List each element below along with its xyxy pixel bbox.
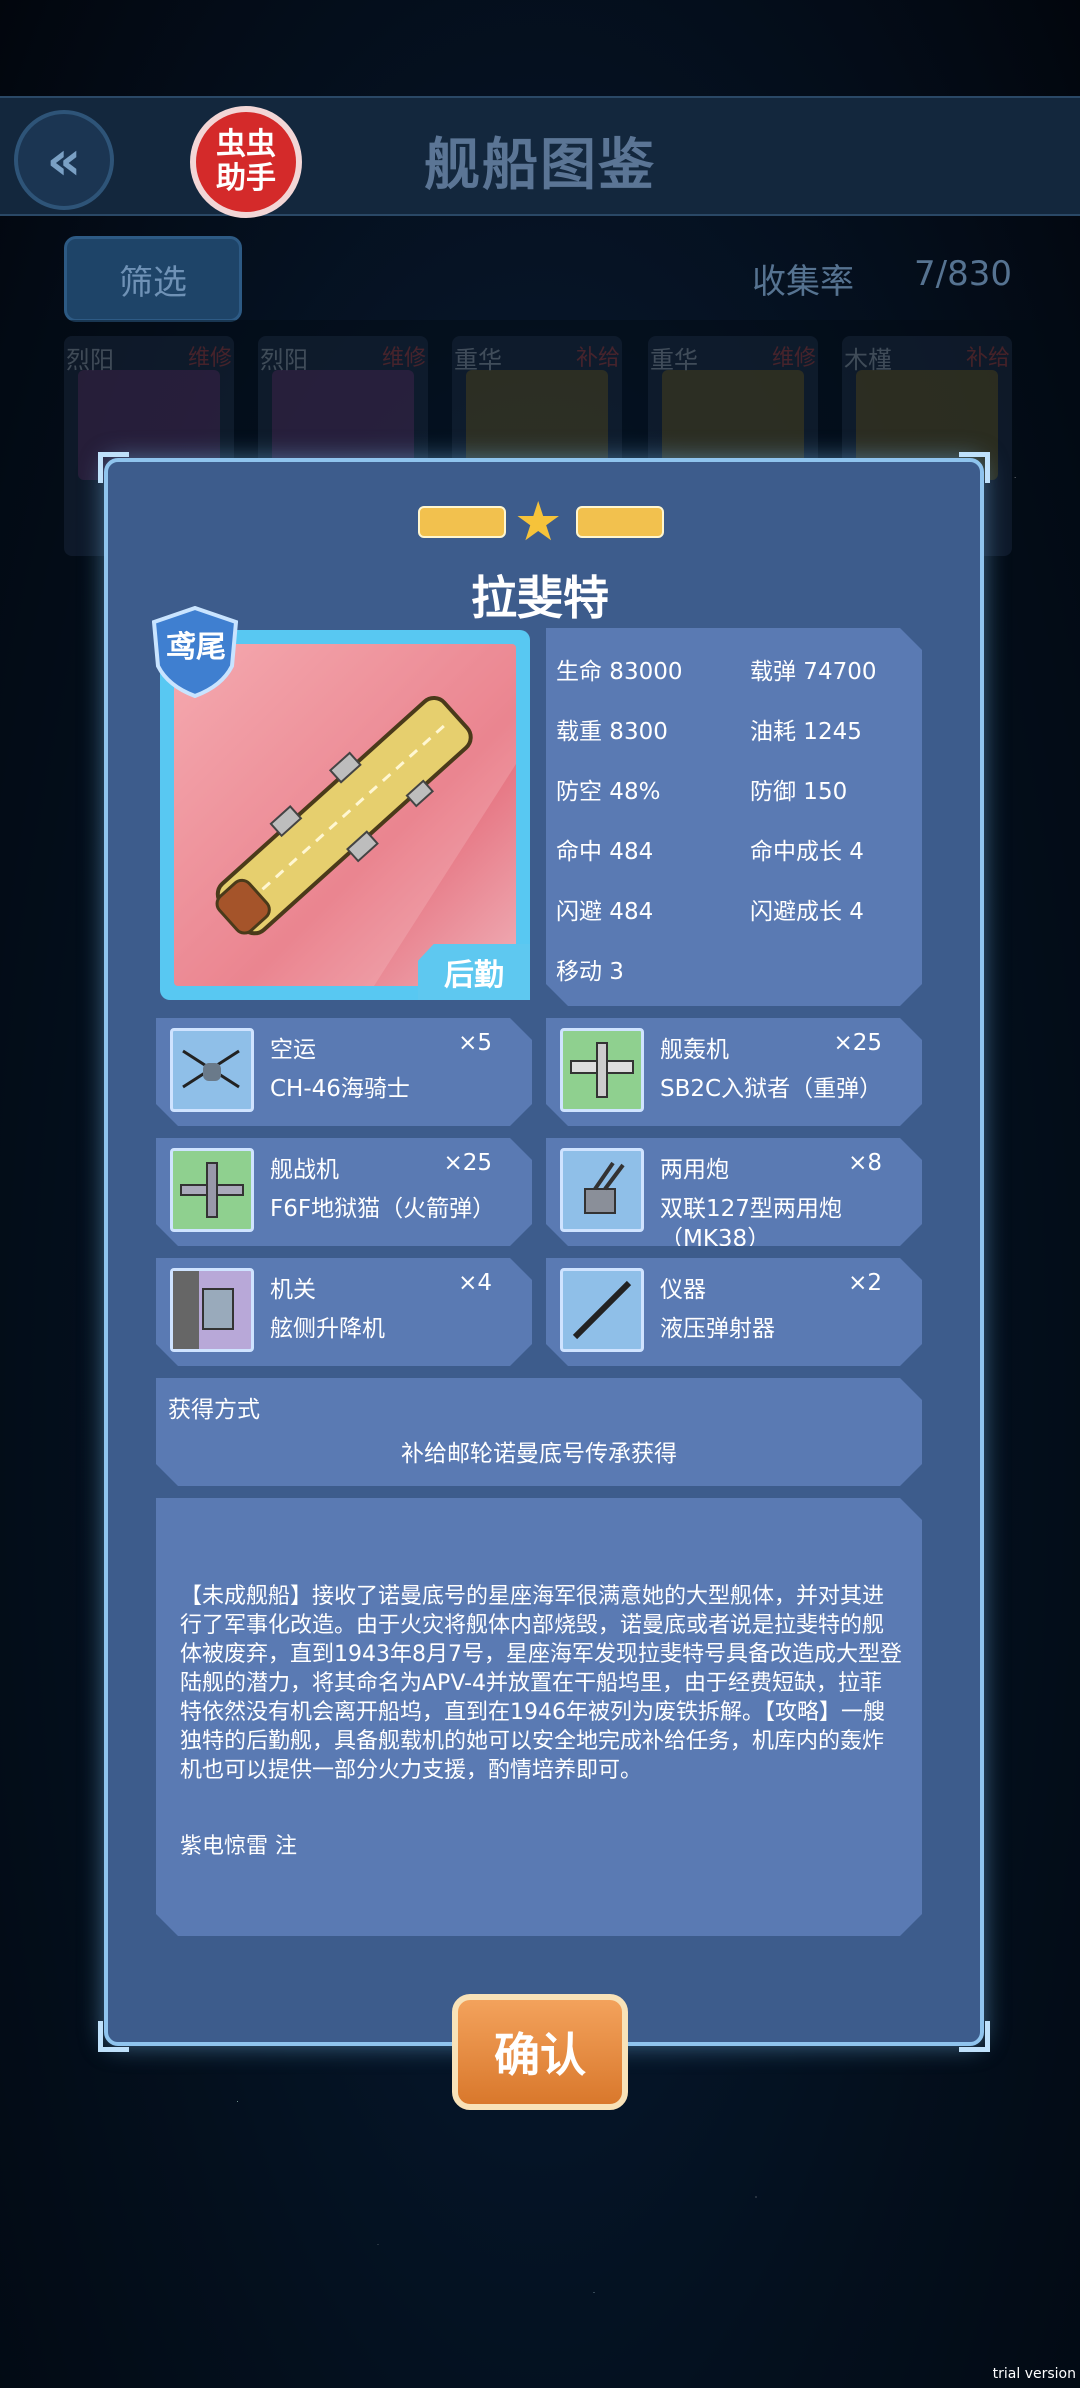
star-icon: ★ [514, 490, 563, 553]
equipment-slot-dual-purpose-gun[interactable]: 两用炮 ×8 双联127型两用炮（MK38） [546, 1138, 922, 1246]
equipment-slot-transport[interactable]: 空运 ×5 CH-46海骑士 [156, 1018, 532, 1126]
bomber-plane-icon [560, 1028, 644, 1112]
equipment-type: 机关 [270, 1277, 316, 1303]
twin-gun-icon [560, 1148, 644, 1232]
equipment-type: 舰战机 [270, 1157, 339, 1183]
frame-corner [959, 452, 990, 483]
collection-rate-label: 收集率 [752, 262, 854, 302]
equipment-name: CH-46海骑士 [270, 1076, 410, 1102]
top-bar: « 虫虫 助手 舰船图鉴 [0, 96, 1080, 218]
equipment-count: ×2 [848, 1270, 882, 1296]
description-text: 【未成舰船】接收了诺曼底号的星座海军很满意她的大型舰体，并对其进行了军事化改造。… [180, 1584, 902, 1783]
description-credit: 紫电惊雷 注 [180, 1834, 297, 1859]
equipment-name: 双联127型两用炮（MK38） [660, 1196, 842, 1252]
stat-load: 载重 8300 [556, 719, 668, 745]
stat-ammo: 载弹 74700 [750, 659, 877, 685]
stat-move: 移动 3 [556, 959, 624, 985]
equipment-name: SB2C入狱者（重弹） [660, 1076, 883, 1102]
equipment-count: ×5 [458, 1030, 492, 1056]
stats-panel: 生命 83000 载弹 74700 载重 8300 油耗 1245 防空 48%… [546, 628, 922, 1006]
equipment-slot-fighter[interactable]: 舰战机 ×25 F6F地狱猫（火箭弹） [156, 1138, 532, 1246]
stat-evasion-growth: 闪避成长 4 [750, 899, 864, 925]
equipment-slot-instrument[interactable]: 仪器 ×2 液压弹射器 [546, 1258, 922, 1366]
equipment-type: 仪器 [660, 1277, 706, 1303]
equipment-name: 舷侧升降机 [270, 1316, 385, 1342]
stat-fuel: 油耗 1245 [750, 719, 862, 745]
obtain-method-text: 补给邮轮诺曼底号传承获得 [401, 1441, 677, 1467]
catapult-icon [560, 1268, 644, 1352]
equipment-type: 舰轰机 [660, 1037, 729, 1063]
equipment-name: F6F地狱猫（火箭弹） [270, 1196, 496, 1222]
filter-button[interactable]: 筛选 [64, 236, 242, 322]
equipment-type: 两用炮 [660, 1157, 729, 1183]
page-title: 舰船图鉴 [424, 133, 656, 198]
stat-accuracy: 命中 484 [556, 839, 654, 865]
trial-watermark: trial version [992, 2366, 1076, 2382]
stat-hp: 生命 83000 [556, 659, 683, 685]
collection-rate-value: 7/830 [914, 254, 1012, 294]
rarity-stars: ★ [418, 490, 664, 553]
confirm-button[interactable]: 确认 [452, 1994, 628, 2110]
description-panel: 【未成舰船】接收了诺曼底号的星座海军很满意她的大型舰体，并对其进行了军事化改造。… [156, 1498, 922, 1936]
fighter-plane-icon [170, 1148, 254, 1232]
stat-anti-air: 防空 48% [556, 779, 661, 805]
helicopter-icon [170, 1028, 254, 1112]
equipment-name: 液压弹射器 [660, 1316, 775, 1342]
equipment-count: ×4 [458, 1270, 492, 1296]
equipment-count: ×25 [833, 1030, 882, 1056]
stat-accuracy-growth: 命中成长 4 [750, 839, 864, 865]
frame-corner [98, 2021, 129, 2052]
equipment-slot-bomber[interactable]: 舰轰机 ×25 SB2C入狱者（重弹） [546, 1018, 922, 1126]
obtain-method-label: 获得方式 [168, 1397, 260, 1423]
equipment-type: 空运 [270, 1037, 316, 1063]
stat-evasion: 闪避 484 [556, 899, 654, 925]
elevator-icon [170, 1268, 254, 1352]
equipment-count: ×8 [848, 1150, 882, 1176]
equipment-slot-mechanism[interactable]: 机关 ×4 舷侧升降机 [156, 1258, 532, 1366]
rarity-bar-left [418, 506, 506, 538]
ship-faction: 鸢尾 [166, 630, 226, 665]
frame-corner [959, 2021, 990, 2052]
rarity-bar-right [576, 506, 664, 538]
equipment-count: ×25 [443, 1150, 492, 1176]
stat-defense: 防御 150 [750, 779, 848, 805]
obtain-method-panel: 获得方式 补给邮轮诺曼底号传承获得 [156, 1378, 922, 1486]
ship-role-tag: 后勤 [418, 944, 530, 1000]
frame-corner [98, 452, 129, 483]
